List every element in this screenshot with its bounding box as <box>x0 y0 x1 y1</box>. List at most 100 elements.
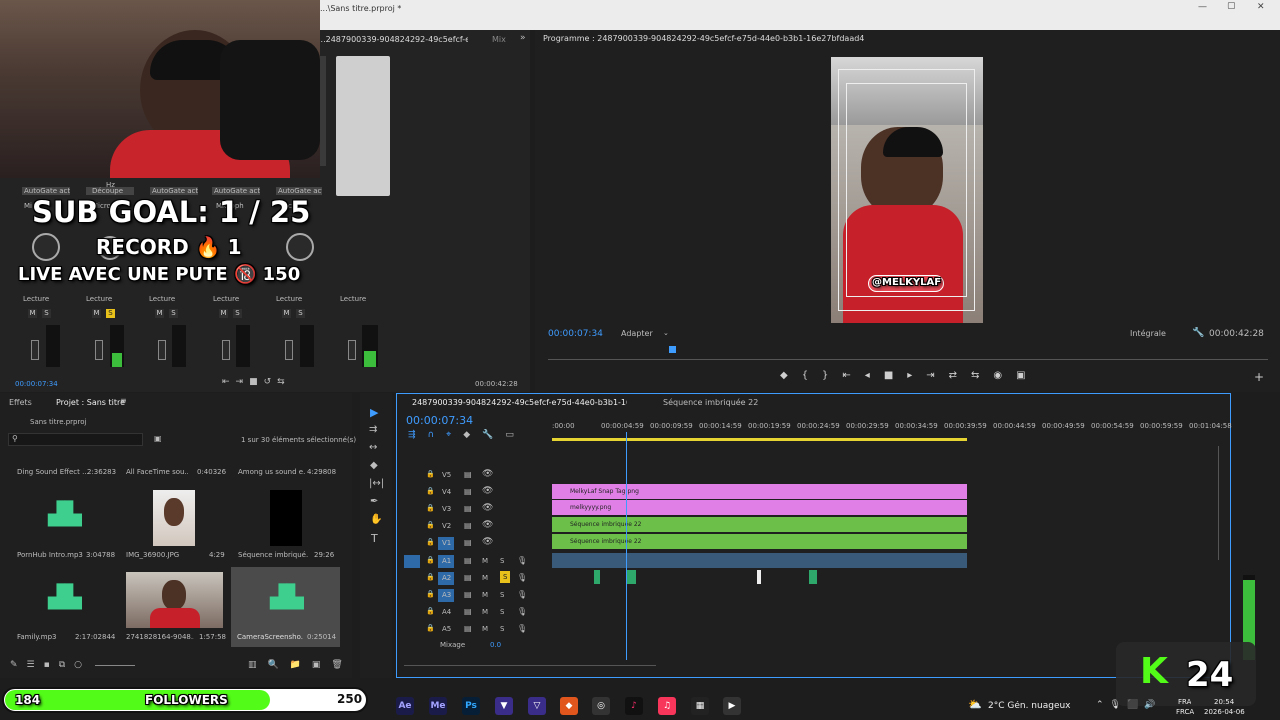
sync-icon[interactable]: ▤ <box>464 573 472 582</box>
sync-icon[interactable]: ▤ <box>464 521 472 530</box>
solo-button[interactable]: S <box>500 608 504 616</box>
music-icon[interactable]: ♫ <box>658 697 676 715</box>
timeline-tab-main[interactable]: 2487900339-904824292-49c5efcf-e75d-44e0-… <box>412 398 627 407</box>
fit-dropdown[interactable]: Adapter <box>621 329 653 338</box>
read-mode-1[interactable]: Lecture <box>23 295 49 303</box>
eye-icon[interactable]: 👁 <box>482 537 493 547</box>
fader-3[interactable] <box>158 340 166 360</box>
sync-icon[interactable]: ▤ <box>464 607 472 616</box>
sync-icon[interactable]: ▤ <box>464 470 472 479</box>
fader-1[interactable] <box>31 340 39 360</box>
track-lock-icon[interactable]: 🔒 <box>426 590 435 598</box>
autogate-2[interactable]: AutoGate activé <box>150 187 198 195</box>
eye-icon[interactable]: 👁 <box>482 520 493 530</box>
project-item-name[interactable]: IMG_36900.JPG <box>126 551 186 559</box>
source-tab[interactable]: ...2487900339-904824292-49c5efcf-e75d-44… <box>318 35 468 44</box>
mute-1[interactable]: M <box>28 309 37 318</box>
audio-clip-a2[interactable] <box>627 570 636 584</box>
sequence-thumbnail[interactable] <box>270 490 302 546</box>
solo-button[interactable]: S <box>500 625 504 633</box>
track-lock-icon[interactable]: 🔒 <box>426 487 435 495</box>
streamdeck-icon[interactable]: ▦ <box>691 697 709 715</box>
lang-primary[interactable]: FRA <box>1178 698 1191 706</box>
razor-tool-icon[interactable]: ◆ <box>370 460 378 471</box>
timeline-clip[interactable]: Séquence imbriquée 22 <box>552 534 967 549</box>
sync-icon[interactable]: ▤ <box>464 504 472 513</box>
clock-date[interactable]: 2026-04-06 <box>1204 708 1245 716</box>
tiktok-icon[interactable]: ♪ <box>625 697 643 715</box>
track-lock-icon[interactable]: 🔒 <box>426 521 435 529</box>
solo-3[interactable]: S <box>169 309 178 318</box>
shield-icon[interactable]: ▽ <box>528 697 546 715</box>
audio-clip-a2[interactable] <box>594 570 600 584</box>
settings-wrench-icon[interactable]: 🔧 <box>1192 327 1204 338</box>
audio-track-header[interactable]: 🔒 A2 ▤ M S 🎙 <box>404 571 552 587</box>
audio-clip-a2[interactable] <box>757 570 761 584</box>
time-ruler[interactable]: :00:00 00:00:04:59 00:00:09:59 00:00:14:59 0… <box>552 418 1232 438</box>
fader-2[interactable] <box>95 340 103 360</box>
panel-more-icon[interactable]: » <box>520 33 526 43</box>
timeline-vscroll[interactable] <box>1218 446 1219 560</box>
audio-clip-a1[interactable] <box>552 553 967 568</box>
autogate-3[interactable]: AutoGate activé <box>212 187 260 195</box>
mute-5[interactable]: M <box>282 309 291 318</box>
timeline-clip[interactable]: MelkyLaf Snap Tag.png <box>552 484 967 499</box>
audio-waveform-icon[interactable]: ▟▙ <box>270 587 304 611</box>
tab-effects[interactable]: Effets <box>9 398 32 407</box>
timeline-tool-row[interactable]: ⇶∩⌖◆🔧▭ <box>408 430 526 440</box>
mic-icon[interactable]: 🎙 <box>517 573 527 582</box>
pan-knob-5[interactable] <box>286 233 314 261</box>
project-search-input[interactable] <box>8 433 143 446</box>
ripple-tool-icon[interactable]: ↔ <box>369 442 377 453</box>
pan-knob-1[interactable] <box>32 233 60 261</box>
sync-icon[interactable]: ▤ <box>464 556 472 565</box>
project-item-name[interactable]: 2741828164-9048... <box>126 633 194 641</box>
decoupe-button[interactable]: Découpe <box>86 187 134 195</box>
program-transport[interactable]: ◆{}⇤◂■▸⇥⇄⇆◉▣ <box>780 370 1040 381</box>
project-item-name[interactable]: Ding Sound Effect ... <box>17 468 89 476</box>
sync-icon[interactable]: ▤ <box>464 590 472 599</box>
solo-button[interactable]: S <box>500 591 504 599</box>
mute-3[interactable]: M <box>155 309 164 318</box>
read-mode-3[interactable]: Lecture <box>149 295 175 303</box>
project-item-name[interactable]: Séquence imbriqué... <box>238 551 308 559</box>
autogate-4[interactable]: AutoGate activé <box>276 187 322 195</box>
mute-4[interactable]: M <box>219 309 228 318</box>
project-footer-right[interactable]: ▥🔍📁▣🗑 <box>248 660 354 670</box>
vpn-icon[interactable]: ▼ <box>495 697 513 715</box>
audio-waveform-icon[interactable]: ▟▙ <box>48 504 82 528</box>
tab-project[interactable]: Projet : Sans titre <box>56 398 125 407</box>
mix-value[interactable]: 0.0 <box>490 641 501 649</box>
video-track-header[interactable]: 🔒 V4 ▤ 👁 <box>404 485 552 501</box>
slip-tool-icon[interactable]: |↔| <box>369 478 384 489</box>
track-lock-icon[interactable]: 🔒 <box>426 504 435 512</box>
solo-5[interactable]: S <box>296 309 305 318</box>
mute-button[interactable]: M <box>482 557 488 565</box>
clock-time[interactable]: 20:54 <box>1214 698 1234 706</box>
mic-icon[interactable]: 🎙 <box>517 590 527 599</box>
mic-icon[interactable]: 🎙 <box>517 556 527 565</box>
mic-icon[interactable]: 🎙 <box>517 607 527 616</box>
mix-tab[interactable]: Mix <box>492 35 506 44</box>
brave-icon[interactable]: ◆ <box>560 697 578 715</box>
timeline-hscroll[interactable] <box>404 665 656 666</box>
system-tray-icons[interactable]: ⌃🎙⬛🔊 <box>1096 700 1161 710</box>
type-tool-icon[interactable]: T <box>371 532 378 545</box>
solo-button[interactable]: S <box>500 571 511 583</box>
work-area-bar[interactable] <box>552 438 967 441</box>
image-thumbnail[interactable] <box>153 490 195 546</box>
minimize-button[interactable]: — <box>1198 2 1207 12</box>
mute-button[interactable]: M <box>482 625 488 633</box>
eye-icon[interactable]: 👁 <box>482 469 493 479</box>
sync-icon[interactable]: ▤ <box>464 624 472 633</box>
mute-button[interactable]: M <box>482 574 488 582</box>
video-track-header[interactable]: 🔒 V5 ▤ 👁 <box>404 468 552 484</box>
fit-chevron-icon[interactable]: ⌄ <box>663 329 669 337</box>
sync-icon[interactable]: ▤ <box>464 538 472 547</box>
solo-button[interactable]: S <box>500 557 504 565</box>
timeline-clip[interactable]: Séquence imbriquée 22 <box>552 517 967 532</box>
audio-track-header[interactable]: 🔒 A4 ▤ M S 🎙 <box>404 605 552 621</box>
source-patch[interactable] <box>404 555 420 568</box>
selection-tool-icon[interactable]: ▶ <box>370 406 378 419</box>
media-encoder-icon[interactable]: Me <box>429 697 447 715</box>
